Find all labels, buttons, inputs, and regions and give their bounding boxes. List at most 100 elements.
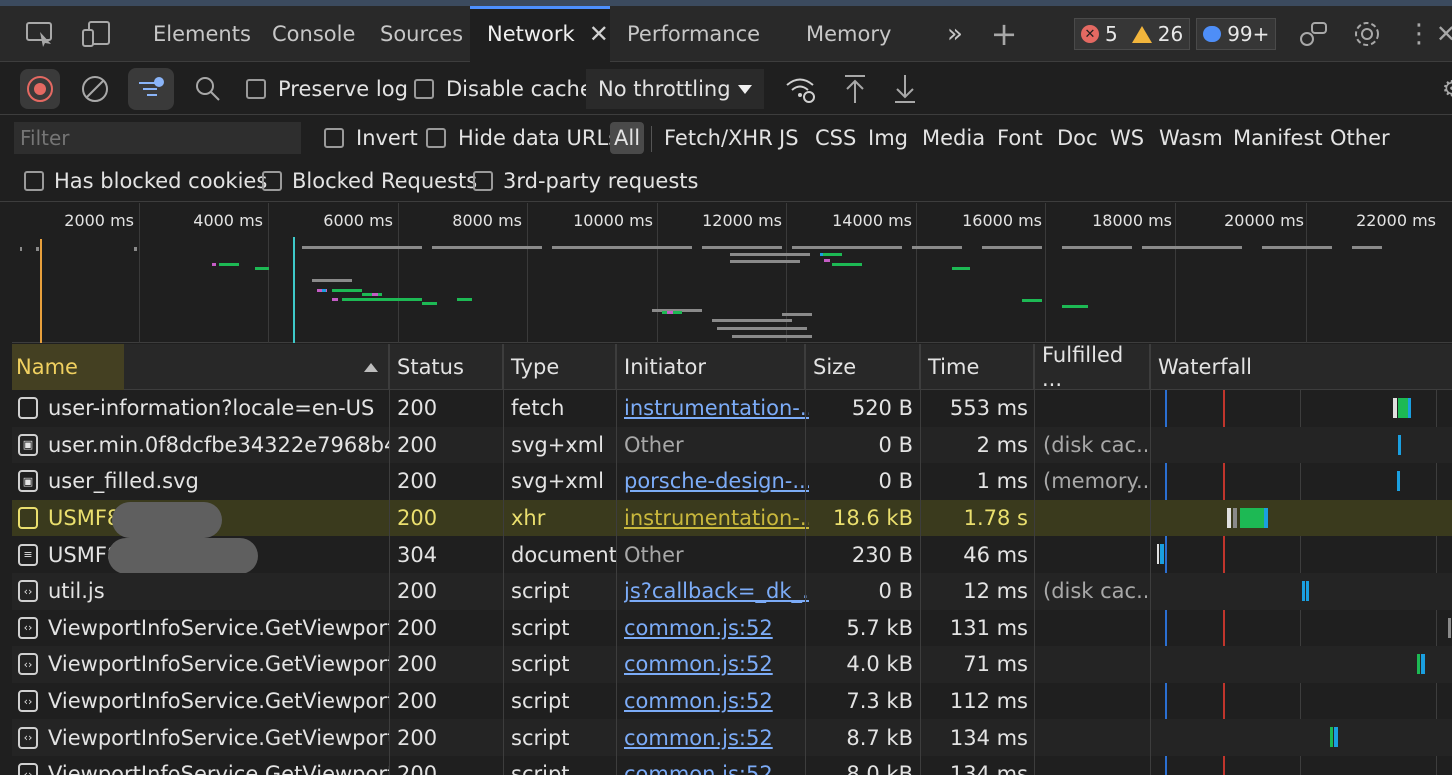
request-initiator-cell[interactable]: common.js:52: [624, 610, 809, 647]
request-row[interactable]: user-information?locale=en-US 200 fetch ins…: [12, 390, 1452, 427]
request-initiator-cell[interactable]: porsche-design-...: [624, 463, 809, 500]
checkbox-box[interactable]: [426, 128, 446, 148]
hide-data-urls-checkbox[interactable]: Hide data URLs: [426, 116, 619, 160]
close-tab-icon[interactable]: ✕: [589, 20, 609, 48]
request-name-cell[interactable]: user-information?locale=en-US: [12, 390, 389, 427]
request-row[interactable]: ‹› ViewportInfoService.GetViewportI... 200…: [12, 683, 1452, 720]
request-initiator[interactable]: common.js:52: [624, 762, 773, 775]
settings-gear-icon[interactable]: [1350, 6, 1384, 62]
more-tabs-chevron-icon[interactable]: »: [940, 6, 970, 62]
tab-elements[interactable]: Elements: [153, 6, 251, 62]
has-blocked-cookies-checkbox[interactable]: Has blocked cookies: [24, 160, 267, 202]
request-name-cell[interactable]: ‹› ViewportInfoService.GetViewportI...: [12, 646, 389, 683]
record-button[interactable]: [20, 63, 60, 115]
request-initiator[interactable]: js?callback=_dk_...: [624, 579, 809, 603]
clear-button[interactable]: [80, 63, 110, 115]
type-filter-css[interactable]: CSS: [815, 116, 856, 160]
third-party-requests-checkbox[interactable]: 3rd-party requests: [473, 160, 698, 202]
request-name-cell[interactable]: ‹› ViewportInfoService.GetViewportI...: [12, 610, 389, 647]
request-name-cell[interactable]: ▣ user_filled.svg: [12, 463, 389, 500]
checkbox-box[interactable]: [24, 171, 44, 191]
request-initiator-cell[interactable]: common.js:52: [624, 646, 809, 683]
network-overview-timeline[interactable]: 2000 ms 4000 ms 6000 ms 8000 ms 10000 ms…: [12, 203, 1452, 343]
column-header-name-sort[interactable]: [124, 344, 389, 390]
request-initiator[interactable]: common.js:52: [624, 726, 773, 750]
export-har-button[interactable]: [892, 63, 918, 115]
tab-memory[interactable]: Memory: [806, 6, 891, 62]
blocked-requests-checkbox[interactable]: Blocked Requests: [262, 160, 477, 202]
request-initiator[interactable]: porsche-design-...: [624, 469, 809, 493]
close-devtools-icon[interactable]: ✕: [1436, 6, 1452, 62]
type-filter-media[interactable]: Media: [922, 116, 985, 160]
column-header-time[interactable]: Time: [920, 344, 1034, 390]
checkbox-box[interactable]: [324, 128, 344, 148]
request-initiator-cell[interactable]: instrumentation-...: [624, 390, 809, 427]
request-name-cell[interactable]: ‹› ViewportInfoService.GetViewportI...: [12, 756, 389, 775]
request-row[interactable]: ‹› ViewportInfoService.GetViewportI... 200…: [12, 610, 1452, 647]
request-initiator-cell[interactable]: common.js:52: [624, 719, 809, 756]
feedback-icon[interactable]: [1296, 6, 1330, 62]
request-initiator[interactable]: instrumentation-...: [624, 506, 809, 530]
column-header-size[interactable]: Size: [805, 344, 920, 390]
filter-toggle-button[interactable]: [128, 63, 174, 115]
add-tab-plus-icon[interactable]: +: [988, 6, 1020, 62]
tab-console[interactable]: Console: [272, 6, 355, 62]
type-filter-all[interactable]: All: [610, 116, 645, 160]
tab-network[interactable]: Network ✕: [470, 6, 610, 62]
issues-counters[interactable]: ✕ 5 26 99+: [1074, 18, 1277, 50]
inspect-element-icon[interactable]: [22, 6, 58, 62]
network-settings-gear-icon[interactable]: ⚙: [1442, 63, 1452, 115]
type-filter-wasm[interactable]: Wasm: [1159, 116, 1223, 160]
request-initiator-cell[interactable]: common.js:52: [624, 683, 809, 720]
request-name-cell[interactable]: ▣ user.min.0f8dcfbe34322e7968b4b...: [12, 427, 389, 464]
type-filter-manifest[interactable]: Manifest: [1233, 116, 1323, 160]
type-filter-js[interactable]: JS: [779, 116, 799, 160]
request-initiator[interactable]: common.js:52: [624, 616, 773, 640]
request-initiator[interactable]: common.js:52: [624, 689, 773, 713]
request-row[interactable]: ‹› util.js 200 script js?callback=_dk_... 0 B…: [12, 573, 1452, 610]
search-button[interactable]: [194, 63, 222, 115]
filter-input[interactable]: [14, 122, 301, 154]
checkbox-box[interactable]: [473, 171, 493, 191]
request-row[interactable]: ▣ user_filled.svg 200 svg+xml porsche-design…: [12, 463, 1452, 500]
import-har-button[interactable]: [842, 63, 868, 115]
request-name-cell[interactable]: ‹› ViewportInfoService.GetViewportI...: [12, 683, 389, 720]
request-initiator-cell[interactable]: js?callback=_dk_...: [624, 573, 809, 610]
request-row[interactable]: ‹› ViewportInfoService.GetViewportI... 200…: [12, 756, 1452, 775]
type-filter-font[interactable]: Font: [997, 116, 1043, 160]
request-name-cell[interactable]: ‹› ViewportInfoService.GetViewportI...: [12, 719, 389, 756]
errors-counter[interactable]: ✕ 5 26: [1074, 18, 1191, 50]
column-header-status[interactable]: Status: [389, 344, 503, 390]
request-row[interactable]: ‹› ViewportInfoService.GetViewportI... 200…: [12, 646, 1452, 683]
more-options-icon[interactable]: ⋮: [1406, 6, 1432, 62]
preserve-log-checkbox[interactable]: Preserve log: [246, 63, 408, 115]
info-counter[interactable]: 99+: [1196, 18, 1277, 50]
type-filter-ws[interactable]: WS: [1110, 116, 1144, 160]
network-conditions-button[interactable]: [784, 63, 816, 115]
throttling-select[interactable]: No throttling: [586, 63, 764, 115]
column-header-fulfilled[interactable]: Fulfilled ...: [1034, 343, 1150, 391]
request-name-cell[interactable]: ‹› util.js: [12, 573, 389, 610]
request-row[interactable]: ≡ USMF8 304 document Other 230 B 46 ms: [12, 536, 1452, 575]
request-row[interactable]: ▣ user.min.0f8dcfbe34322e7968b4b... 200 svg…: [12, 426, 1452, 464]
tab-performance[interactable]: Performance: [627, 6, 760, 62]
request-initiator[interactable]: instrumentation-...: [624, 396, 809, 420]
column-header-type[interactable]: Type: [503, 344, 616, 390]
checkbox-box[interactable]: [246, 79, 266, 99]
column-header-initiator[interactable]: Initiator: [616, 344, 805, 390]
type-filter-fetch-xhr[interactable]: Fetch/XHR: [664, 116, 773, 160]
request-row[interactable]: USMF8 200 xhr instrumentation-... 18.6 kB 1.7…: [12, 499, 1452, 538]
type-filter-img[interactable]: Img: [868, 116, 908, 160]
checkbox-box[interactable]: [414, 79, 434, 99]
type-filter-other[interactable]: Other: [1330, 116, 1390, 160]
tab-sources[interactable]: Sources: [380, 6, 463, 62]
device-toolbar-icon[interactable]: [78, 6, 114, 62]
request-initiator-cell[interactable]: common.js:52: [624, 756, 809, 775]
invert-checkbox[interactable]: Invert: [324, 116, 418, 160]
request-row[interactable]: ‹› ViewportInfoService.GetViewportI... 200…: [12, 719, 1452, 756]
column-header-name[interactable]: Name: [12, 344, 124, 390]
checkbox-box[interactable]: [262, 171, 282, 191]
request-initiator[interactable]: common.js:52: [624, 652, 773, 676]
type-filter-doc[interactable]: Doc: [1057, 116, 1098, 160]
request-initiator-cell[interactable]: instrumentation-...: [624, 500, 809, 537]
